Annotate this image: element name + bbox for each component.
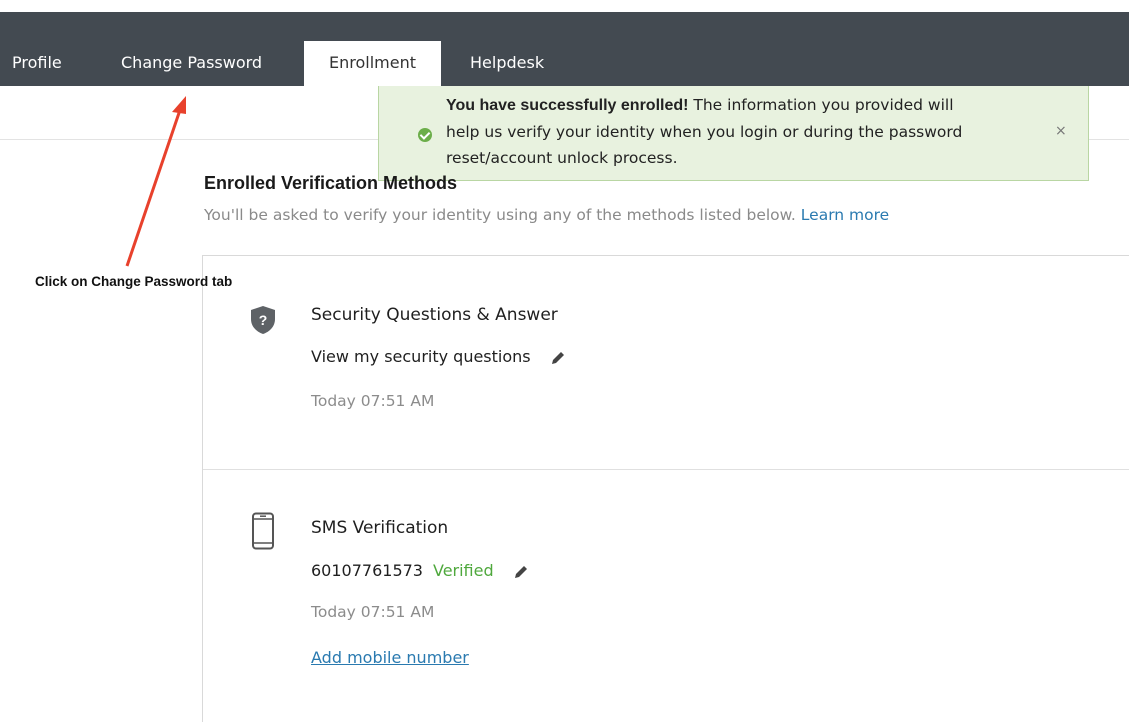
- notification-line-3: reset/account unlock process.: [446, 149, 678, 167]
- mobile-phone-icon: [252, 512, 274, 550]
- section-subtitle: You'll be asked to verify your identity …: [204, 206, 889, 224]
- top-navigation: Profile Change Password Enrollment Helpd…: [0, 0, 1129, 86]
- phone-number: 60107761573: [311, 561, 423, 580]
- section-subtitle-text: You'll be asked to verify your identity …: [204, 206, 796, 224]
- nav-bar-background: [0, 12, 1129, 86]
- tab-change-password[interactable]: Change Password: [121, 53, 262, 72]
- close-notification-button[interactable]: ×: [1055, 123, 1067, 139]
- check-circle-icon: [418, 128, 432, 142]
- tab-enrollment[interactable]: Enrollment: [304, 41, 441, 86]
- add-mobile-number-link[interactable]: Add mobile number: [311, 648, 469, 667]
- notification-line-2: help us verify your identity when you lo…: [446, 123, 963, 141]
- sms-verification-title: SMS Verification: [311, 518, 449, 538]
- notification-line-1: The information you provided will: [688, 96, 954, 114]
- sms-timestamp: Today 07:51 AM: [311, 603, 435, 621]
- notification-bold-text: You have successfully enrolled!: [446, 97, 689, 114]
- success-notification: You have successfully enrolled! The info…: [378, 86, 1089, 181]
- annotation-text: Click on Change Password tab: [35, 274, 233, 289]
- shield-question-icon: ?: [251, 306, 275, 334]
- tab-profile[interactable]: Profile: [12, 53, 62, 72]
- verified-status: Verified: [432, 561, 494, 580]
- tab-helpdesk[interactable]: Helpdesk: [470, 53, 544, 72]
- sms-phone-row: 60107761573 Verified: [311, 561, 529, 580]
- view-security-questions-link[interactable]: View my security questions: [311, 347, 531, 366]
- view-security-questions-row: View my security questions: [311, 347, 566, 366]
- notification-message: You have successfully enrolled! The info…: [446, 92, 1046, 171]
- edit-pencil-icon[interactable]: [513, 564, 529, 580]
- svg-text:?: ?: [259, 312, 268, 328]
- section-title: Enrolled Verification Methods: [204, 173, 458, 193]
- edit-pencil-icon[interactable]: [550, 350, 566, 366]
- methods-divider: [203, 469, 1129, 470]
- security-questions-title: Security Questions & Answer: [311, 305, 558, 325]
- security-questions-timestamp: Today 07:51 AM: [311, 392, 435, 410]
- learn-more-link[interactable]: Learn more: [801, 206, 889, 224]
